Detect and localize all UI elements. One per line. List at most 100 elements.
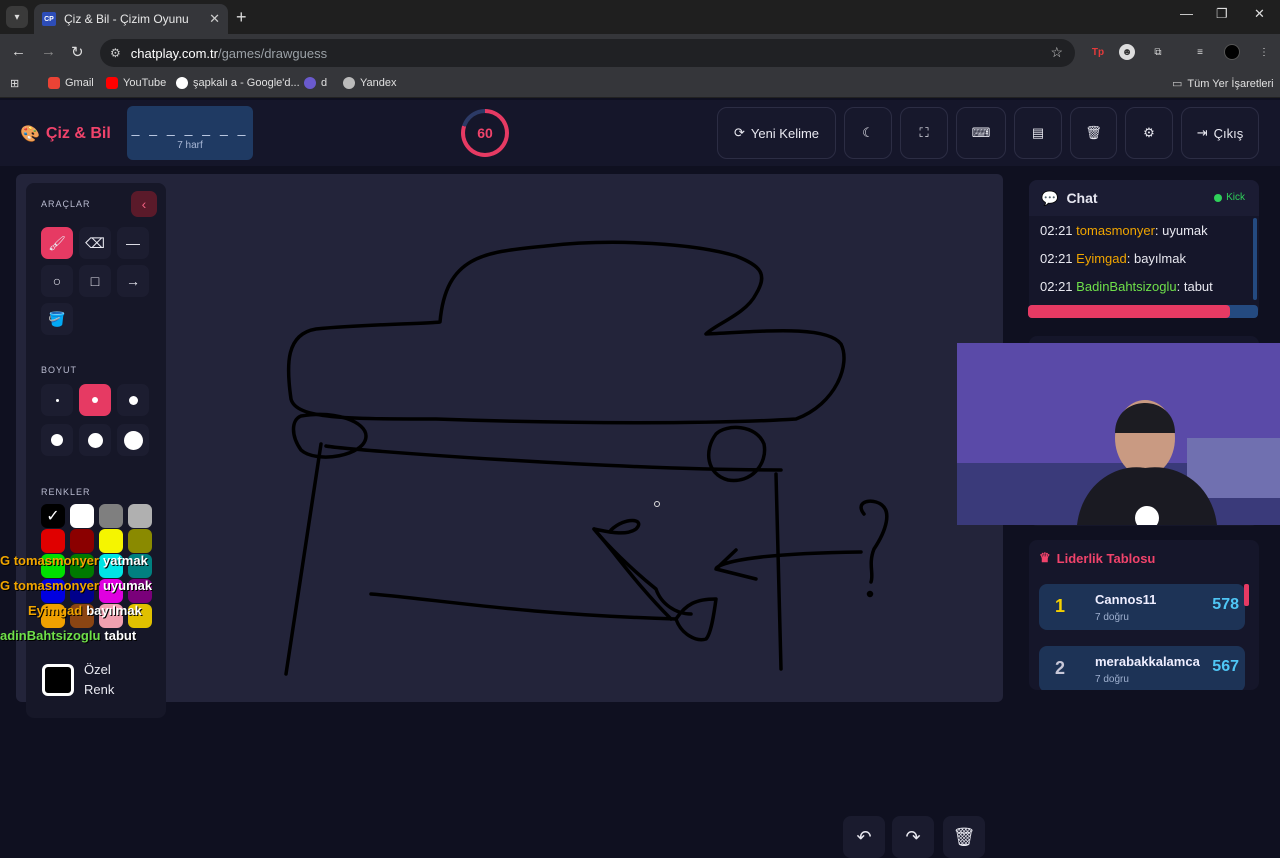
menu-dots-icon[interactable]: ⋮ <box>1256 44 1272 60</box>
bookmark-youtube[interactable]: YouTube <box>106 77 166 89</box>
clear-canvas-button[interactable]: 🗑 <box>943 816 985 858</box>
custom-color-picker[interactable]: Özel Renk <box>42 660 124 700</box>
archive-icon: ▤ <box>1031 125 1045 140</box>
size-option[interactable] <box>41 384 73 416</box>
bookmark-label: Gmail <box>65 77 94 89</box>
color-swatch[interactable]: ✓ <box>41 504 65 528</box>
size-dot <box>92 397 98 403</box>
color-swatch[interactable] <box>70 504 94 528</box>
bookmark-label: YouTube <box>123 77 167 89</box>
profile-avatar[interactable] <box>1224 44 1240 60</box>
collapse-panel-button[interactable]: ‹ <box>131 191 157 217</box>
archive-button[interactable]: ▤ <box>1014 107 1062 159</box>
overlay-user: G tomasmonyer <box>0 578 99 593</box>
bookmark-star-icon[interactable]: ☆ <box>1050 44 1063 61</box>
fill-tool[interactable]: 🪣 <box>41 303 73 335</box>
overlay-text: yatmak <box>102 553 148 568</box>
site-favicon: CP <box>42 12 56 26</box>
color-swatch[interactable] <box>70 529 94 553</box>
correct-count: 7 doğru <box>1095 612 1129 623</box>
new-word-button[interactable]: ⟳ Yeni Kelime <box>717 107 836 159</box>
reload-button[interactable]: ↻ <box>71 43 84 61</box>
chat-panel: 💬 Chat Kick 02:21 tomasmonyer: uyumak 02:… <box>1029 180 1259 317</box>
new-tab-button[interactable]: + <box>236 7 247 28</box>
all-bookmarks[interactable]: ▭ Tüm Yer İşaretleri <box>1172 77 1274 91</box>
browser-tab[interactable]: CP Çiz & Bil - Çizim Oyunu ✕ <box>34 4 228 34</box>
word-hint: 7 harf <box>177 140 203 151</box>
tab-title: Çiz & Bil - Çizim Oyunu <box>64 12 189 26</box>
brush-tool[interactable]: 🖌 <box>41 227 73 259</box>
keyboard-button[interactable]: ⌨ <box>956 107 1006 159</box>
rectangle-tool[interactable]: □ <box>79 265 111 297</box>
circle-tool[interactable]: ○ <box>41 265 73 297</box>
minimize-button[interactable]: — <box>1180 6 1193 21</box>
close-window-button[interactable]: ✕ <box>1254 6 1265 22</box>
chat-message: 02:21 Eyimgad: bayılmak <box>1040 251 1186 266</box>
overlay-message: G tomasmonyer yatmak <box>0 553 148 568</box>
google-icon <box>176 77 188 89</box>
forward-button[interactable]: → <box>41 43 56 60</box>
leaderboard-title: Liderlik Tablosu <box>1056 550 1156 566</box>
size-option[interactable] <box>79 384 111 416</box>
arrow-tool[interactable]: → <box>117 265 149 297</box>
rank: 2 <box>1055 658 1066 678</box>
cooldown-fill <box>1028 305 1231 318</box>
redo-button[interactable]: ↷ <box>892 816 934 858</box>
bookmark-d[interactable]: d <box>304 77 327 89</box>
player-score: 567 <box>1212 658 1239 675</box>
undo-button[interactable]: ↶ <box>843 816 885 858</box>
site-info-icon[interactable]: ⚙ <box>110 46 121 60</box>
bookmark-yandex[interactable]: Yandex <box>343 77 397 89</box>
bookmarks-bar: ⊞ Gmail YouTube şapkalı a - Google'd... … <box>0 72 1280 98</box>
back-button[interactable]: ← <box>11 43 26 60</box>
color-swatch[interactable] <box>41 529 65 553</box>
paint-bucket-icon: 🪣 <box>48 310 66 327</box>
custom-color-swatch[interactable] <box>42 664 74 696</box>
chat-scrollbar[interactable] <box>1253 218 1257 300</box>
delete-button[interactable]: 🗑 <box>1070 107 1117 159</box>
media-control-icon[interactable]: ≡ <box>1192 44 1208 60</box>
dark-mode-button[interactable]: ☾ <box>844 107 892 159</box>
maximize-button[interactable]: ❐ <box>1216 6 1228 22</box>
color-swatch[interactable] <box>128 529 152 553</box>
bookmark-label: d <box>321 77 328 89</box>
round-timer: 60 <box>461 109 509 157</box>
size-dot <box>128 395 138 405</box>
size-option[interactable] <box>79 424 111 456</box>
overlay-text: tabut <box>104 628 137 643</box>
apps-grid-icon[interactable]: ⊞ <box>10 77 19 90</box>
close-tab-icon[interactable]: ✕ <box>209 11 220 27</box>
size-option[interactable] <box>117 384 149 416</box>
color-swatch[interactable] <box>99 529 123 553</box>
eraser-tool[interactable]: ⌫ <box>79 227 111 259</box>
tools-title: ARAÇLAR <box>41 199 91 209</box>
folder-icon: ▭ <box>1172 78 1183 90</box>
bookmark-gmail[interactable]: Gmail <box>48 77 94 89</box>
tab-search-button[interactable]: ▾ <box>6 6 28 28</box>
kick-status: Kick <box>1214 192 1245 203</box>
leaderboard-scrollbar[interactable] <box>1244 584 1249 606</box>
extension-icon[interactable]: Tp <box>1090 44 1106 60</box>
leaderboard-row: 1 Cannos11 7 doğru 578 <box>1039 584 1245 630</box>
new-word-label: Yeni Kelime <box>750 125 820 141</box>
color-swatch[interactable] <box>128 504 152 528</box>
word-blanks: _ _ _ _ _ _ _ <box>131 120 249 136</box>
player-name: Cannos11 <box>1095 592 1157 607</box>
bookmark-google[interactable]: şapkalı a - Google'd... <box>176 77 300 89</box>
app-logo[interactable]: 🎨 Çiz & Bil <box>20 124 111 144</box>
url-host: chatplay.com.tr <box>130 45 218 61</box>
overlay-message: G tomasmonyer uyumak <box>0 578 152 593</box>
size-option[interactable] <box>117 424 149 456</box>
color-swatch[interactable] <box>99 504 123 528</box>
url-bar[interactable]: ⚙ chatplay.com.tr/games/drawguess ☆ <box>100 39 1075 67</box>
word-display: _ _ _ _ _ _ _ 7 harf <box>127 106 253 160</box>
extension-icon[interactable]: ☻ <box>1119 44 1135 60</box>
exit-button[interactable]: ⇥ Çıkış <box>1181 107 1259 159</box>
fullscreen-button[interactable]: ⛶ <box>900 107 948 159</box>
settings-button[interactable]: ⚙ <box>1125 107 1173 159</box>
extensions-puzzle-icon[interactable]: ⧉ <box>1150 44 1166 60</box>
size-option[interactable] <box>41 424 73 456</box>
line-tool[interactable]: — <box>117 227 149 259</box>
circle-icon: ○ <box>52 273 62 289</box>
bookmark-label: şapkalı a - Google'd... <box>193 77 300 89</box>
